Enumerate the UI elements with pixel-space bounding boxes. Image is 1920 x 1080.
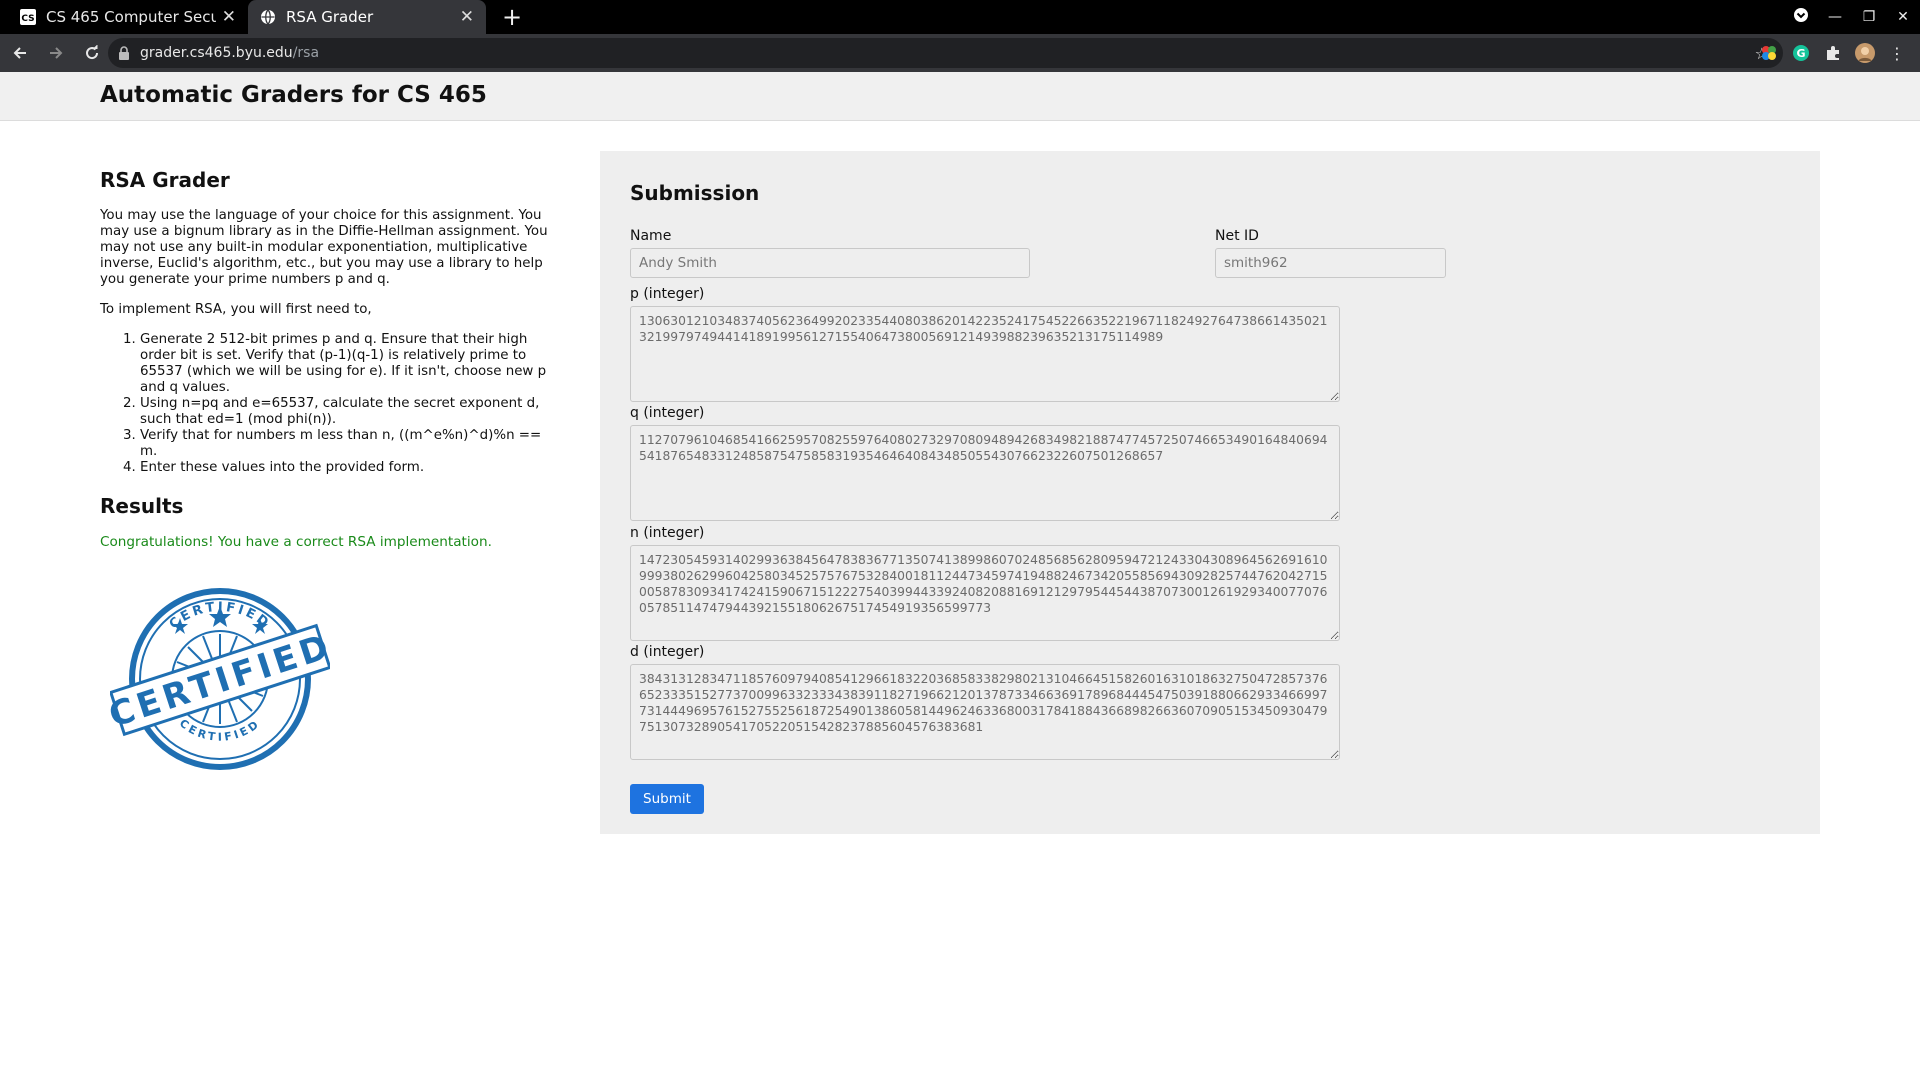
submit-button[interactable]: Submit: [630, 784, 704, 814]
globe-icon: [260, 9, 276, 25]
name-label: Name: [630, 228, 672, 244]
color-extension-icon[interactable]: [1759, 43, 1779, 63]
n-field[interactable]: 1472305459314029936384564783836771350741…: [630, 545, 1340, 641]
close-tab-icon[interactable]: ✕: [222, 7, 236, 27]
url-host: grader.cs465.byu.edu: [140, 45, 293, 61]
browser-menu-icon[interactable]: ⋮: [1887, 43, 1907, 63]
svg-text:G: G: [1796, 47, 1805, 60]
list-item: Generate 2 512-bit primes p and q. Ensur…: [140, 332, 555, 396]
avatar[interactable]: [1855, 43, 1875, 63]
new-tab-icon[interactable]: +: [498, 3, 526, 31]
tab-cs465[interactable]: CS CS 465 Computer Security ✕: [8, 0, 248, 34]
page-title: RSA Grader: [100, 168, 230, 192]
svg-text:CS: CS: [21, 14, 34, 24]
list-item: Verify that for numbers m less than n, (…: [140, 428, 555, 460]
lead-text: To implement RSA, you will first need to…: [100, 302, 372, 317]
n-label: n (integer): [630, 525, 705, 541]
address-bar[interactable]: grader.cs465.byu.edu/rsa ☆: [108, 38, 1783, 68]
back-icon[interactable]: [4, 37, 36, 69]
q-field[interactable]: 1127079610468541662595708255976408027329…: [630, 425, 1340, 521]
restore-icon[interactable]: ❐: [1852, 9, 1886, 25]
reload-icon[interactable]: [76, 37, 108, 69]
d-label: d (integer): [630, 644, 705, 660]
netid-label: Net ID: [1215, 228, 1259, 244]
close-tab-icon[interactable]: ✕: [460, 7, 474, 27]
forward-icon[interactable]: [40, 37, 72, 69]
netid-field[interactable]: [1215, 248, 1446, 278]
d-field[interactable]: 3843131283471185760979408541296618322036…: [630, 664, 1340, 760]
list-item: Enter these values into the provided for…: [140, 460, 555, 476]
browser-tabstrip: CS CS 465 Computer Security ✕ RSA Grader…: [0, 0, 1920, 34]
certified-stamp-image: CERTIFIED CERTIFIED CERTIFIED: [104, 584, 555, 778]
profile-menu-icon[interactable]: [1784, 7, 1818, 27]
name-field[interactable]: [630, 248, 1030, 278]
tab-rsa-grader[interactable]: RSA Grader ✕: [248, 0, 486, 34]
p-field[interactable]: 1306301210348374056236499202335440803862…: [630, 306, 1340, 402]
submission-heading: Submission: [630, 181, 760, 205]
minimize-icon[interactable]: —: [1818, 9, 1852, 25]
tab-title: RSA Grader: [286, 8, 374, 26]
q-label: q (integer): [630, 405, 705, 421]
cs-favicon-icon: CS: [20, 9, 36, 25]
info-column: RSA Grader You may use the language of y…: [100, 168, 555, 778]
site-header: Automatic Graders for CS 465: [0, 72, 1920, 121]
submission-panel: Submission Name Net ID p (integer) 13063…: [600, 151, 1820, 834]
results-heading: Results: [100, 494, 184, 518]
browser-toolbar: grader.cs465.byu.edu/rsa ☆ G ⋮: [0, 34, 1920, 72]
steps-list: Generate 2 512-bit primes p and q. Ensur…: [100, 332, 555, 476]
p-label: p (integer): [630, 286, 705, 302]
result-message: Congratulations! You have a correct RSA …: [100, 534, 492, 550]
site-title: Automatic Graders for CS 465: [100, 82, 487, 108]
grammarly-icon[interactable]: G: [1791, 43, 1811, 63]
window-controls: — ❐ ✕: [1784, 0, 1920, 34]
list-item: Using n=pq and e=65537, calculate the se…: [140, 396, 555, 428]
tab-title: CS 465 Computer Security: [46, 8, 216, 26]
extensions-puzzle-icon[interactable]: [1823, 43, 1843, 63]
intro-text: You may use the language of your choice …: [100, 208, 548, 287]
close-window-icon[interactable]: ✕: [1886, 9, 1920, 25]
url-path: /rsa: [292, 45, 320, 61]
lock-icon[interactable]: [118, 46, 132, 60]
